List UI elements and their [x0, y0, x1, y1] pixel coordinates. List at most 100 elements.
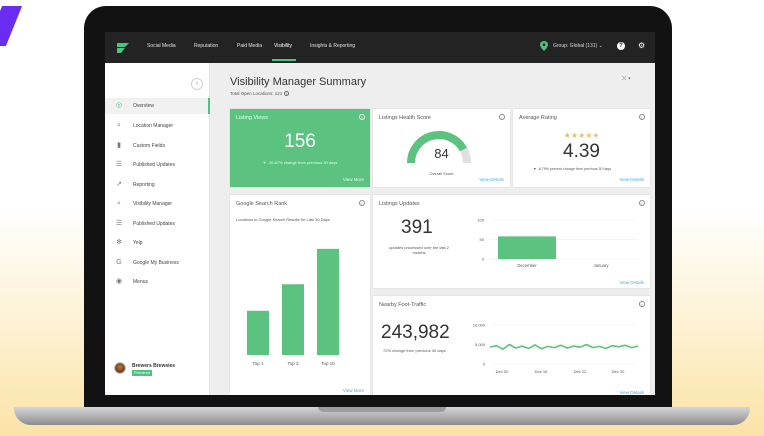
- list-icon: ☰: [115, 161, 123, 168]
- google-icon: G: [116, 259, 122, 266]
- traffic-x-label: Dec 00: [496, 369, 509, 374]
- search-rank-bar-chart: Top 1 Top 3 Top 10: [247, 248, 339, 366]
- updates-note: updates processed over the last 2 months: [388, 245, 450, 255]
- rating-title: Average Rating: [519, 115, 557, 121]
- active-item-indicator: [208, 98, 210, 114]
- info-icon[interactable]: i: [499, 114, 505, 120]
- sidebar-item-label: Visibility Manager: [133, 201, 173, 207]
- sidebar-item-menus[interactable]: ◉ Menus: [105, 274, 210, 290]
- updates-value: 391: [401, 217, 433, 238]
- traffic-series-line: [489, 343, 639, 351]
- traffic-y-tick: 0: [483, 362, 486, 367]
- updates-bar: [498, 236, 556, 259]
- listings-health-card: Listings Health Score i 84 Overall Score…: [373, 109, 510, 187]
- info-icon[interactable]: i: [639, 301, 645, 307]
- location-pin-icon: [540, 41, 548, 51]
- sidebar-item-published-updates[interactable]: ☰ Published Updates: [105, 157, 210, 173]
- info-icon[interactable]: i: [359, 200, 365, 206]
- top-navigation-bar: Social Media Reputation Paid Media Visib…: [105, 32, 655, 63]
- sidebar-item-yelp[interactable]: ✻ Yelp: [105, 235, 210, 251]
- group-selector[interactable]: Group: Global (131) ⌄: [553, 43, 603, 49]
- gear-icon[interactable]: ⚙: [638, 41, 645, 50]
- page-subtitle: Total Open Locations: 121 i: [230, 91, 290, 97]
- traffic-y-tick: 10,000: [473, 323, 486, 328]
- search-rank-bar: [317, 248, 339, 355]
- listings-updates-card: Listings Updates i 391 updates processed…: [373, 195, 650, 288]
- search-rank-subtitle: Locations in Google Search Results for L…: [236, 217, 330, 222]
- updates-y-tick: 100: [477, 218, 484, 223]
- info-icon[interactable]: i: [359, 114, 365, 120]
- page-title: Visibility Manager Summary: [230, 76, 367, 88]
- google-search-rank-card: Google Search Rank i Locations in Google…: [230, 195, 370, 395]
- account-name: Brewers Brewsies: [132, 363, 176, 369]
- list-icon: ☰: [115, 220, 123, 227]
- foot-traffic-value: 243,982: [381, 322, 450, 343]
- health-view-details-link[interactable]: View Details: [479, 177, 504, 182]
- health-title: Listings Health Score: [379, 115, 431, 121]
- sidebar-item-label: Reporting: [133, 182, 155, 188]
- app-logo-icon[interactable]: [116, 41, 130, 55]
- search-icon: ⌕: [117, 200, 121, 207]
- nav-insights-reporting[interactable]: Insights & Reporting: [310, 43, 355, 49]
- sidebar-item-label: Published Updates: [133, 221, 175, 227]
- search-rank-view-more-link[interactable]: View More: [343, 388, 364, 393]
- chart-line-icon: ↗: [116, 181, 122, 188]
- sidebar-item-label: Overview: [133, 103, 154, 109]
- nav-paid-media[interactable]: Paid Media: [237, 43, 262, 49]
- search-rank-category-label: Top 1: [252, 361, 264, 366]
- listing-views-title: Listing Views: [236, 115, 268, 121]
- search-rank-bar: [247, 310, 269, 355]
- search-rank-category-label: Top 3: [287, 361, 299, 366]
- nav-reputation[interactable]: Reputation: [194, 43, 218, 49]
- active-nav-underline: [272, 59, 296, 61]
- sidebar-item-label: Location Manager: [133, 123, 174, 129]
- sidebar-item-published-updates[interactable]: ☰ Published Updates: [105, 216, 210, 232]
- sidebar-item-label: Yelp: [133, 240, 143, 246]
- foot-traffic-line-chart: 10,000 5,000 0 Dec 00 Dec 16 Dec 22 Dec 30: [473, 323, 639, 374]
- open-locations-label: Total Open Locations: 121: [230, 91, 283, 96]
- foot-traffic-card: Nearby Foot-Traffic i 243,982 72% change…: [373, 296, 650, 395]
- updates-view-details-link[interactable]: View Details: [619, 280, 644, 285]
- foot-traffic-note: 72% change from previous 30 days: [383, 348, 446, 353]
- info-icon[interactable]: i: [639, 114, 645, 120]
- sidebar-item-location-manager[interactable]: ⌕ Location Manager: [105, 118, 210, 134]
- account-avatar[interactable]: [114, 362, 126, 374]
- laptop-notch: [318, 407, 446, 412]
- star-rating-icon: ★★★★✬: [563, 131, 600, 140]
- filter-button[interactable]: ⛌ ▾: [622, 76, 631, 83]
- listing-views-card[interactable]: Listing Views i 156 ▼ -30.67% change fro…: [230, 109, 370, 187]
- updates-bar-chart: 100 50 0 December January: [477, 218, 638, 268]
- updates-title: Listings Updates: [379, 201, 420, 207]
- sidebar-collapse-button[interactable]: ‹: [191, 78, 203, 90]
- health-score-label: Overall Score: [429, 171, 454, 176]
- account-badge: Premium: [132, 370, 153, 376]
- app-screen: Social Media Reputation Paid Media Visib…: [105, 32, 655, 395]
- sidebar-item-google-my-business[interactable]: G Google My Business: [105, 255, 210, 271]
- traffic-x-label: Dec 22: [574, 369, 587, 374]
- average-rating-card: Average Rating i ★★★★✬ 4.39 ▼ -8.79% per…: [513, 109, 650, 187]
- fields-icon: ▮: [117, 142, 121, 149]
- sidebar-item-reporting[interactable]: ↗ Reporting: [105, 177, 210, 193]
- listing-views-change: ▼ -30.67% change from previous 30 days: [262, 160, 338, 165]
- yelp-icon: ✻: [116, 239, 122, 246]
- search-rank-category-label: Top 10: [321, 361, 335, 366]
- sidebar-item-label: Published Updates: [133, 162, 175, 168]
- updates-x-label: January: [594, 263, 610, 268]
- rating-view-details-link[interactable]: View Details: [619, 177, 644, 182]
- info-icon[interactable]: i: [639, 200, 645, 206]
- sidebar-item-visibility-manager[interactable]: ⌕ Visibility Manager: [105, 196, 210, 212]
- nav-visibility[interactable]: Visibility: [274, 43, 292, 49]
- search-rank-bar: [282, 284, 304, 355]
- sidebar-item-custom-fields[interactable]: ▮ Custom Fields: [105, 138, 210, 154]
- info-icon[interactable]: i: [284, 91, 290, 97]
- nav-social-media[interactable]: Social Media: [147, 43, 176, 49]
- sidebar-item-label: Menus: [133, 279, 149, 285]
- sidebar-item-label: Google My Business: [133, 260, 179, 266]
- traffic-x-label: Dec 30: [612, 369, 625, 374]
- help-icon[interactable]: ?: [617, 42, 625, 50]
- foot-traffic-view-details-link[interactable]: View Details: [619, 390, 644, 395]
- listing-views-view-more-link[interactable]: View More: [343, 177, 364, 182]
- rating-change: ▼ -8.79% percent change from previous 30…: [533, 167, 612, 171]
- search-rank-title: Google Search Rank: [236, 201, 288, 207]
- sidebar-item-overview[interactable]: ◎ Overview: [105, 98, 210, 114]
